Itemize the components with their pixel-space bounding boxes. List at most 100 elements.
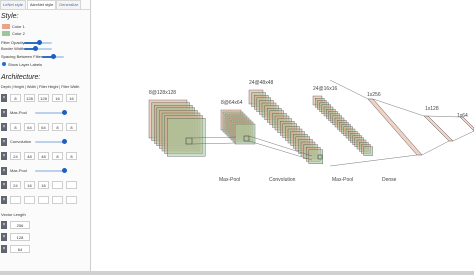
layer-dimension-input[interactable] (66, 181, 77, 189)
layer-dimension-input[interactable] (38, 195, 49, 204)
layer-dimension-input[interactable]: 64 (38, 123, 49, 131)
vector-length-heading: Vector Length (1, 212, 26, 217)
op-label: Max-Pool (10, 167, 27, 173)
architecture-op-row: × Max-Pool (1, 166, 89, 175)
network-diagram: 8@128x128 8@64x64 24@48x48 24@16x16 1x256 1x1… (148, 79, 474, 183)
connection-line (329, 154, 418, 167)
delete-layer-button[interactable]: × (1, 195, 7, 204)
architecture-column-header: Depth | Height | Width | Filter Height |… (1, 85, 80, 89)
show-labels-checkbox[interactable] (2, 62, 6, 66)
delete-layer-button[interactable]: × (1, 233, 7, 241)
window-bottom-edge (0, 271, 474, 275)
tab-alexnet[interactable]: AlexNet style (27, 0, 57, 9)
op-size-slider[interactable] (35, 109, 67, 115)
layer-dimension-input[interactable]: 8 (66, 123, 77, 131)
layer-dimension-input[interactable] (24, 195, 35, 204)
layer-dimension-input[interactable]: 16 (66, 94, 77, 102)
architecture-op-row: × Convolution (1, 137, 89, 146)
tab-generalize[interactable]: Generalize (56, 0, 82, 9)
vector-length-input[interactable]: 64 (10, 245, 30, 253)
layer-dimension-input[interactable]: 8 (10, 123, 21, 131)
layer-dimension-input[interactable] (66, 195, 77, 204)
layer-dimension-input[interactable]: 8 (52, 152, 63, 160)
tab-lenet[interactable]: LeNet style (0, 0, 27, 9)
feature-map-24x16 (363, 146, 373, 156)
layer-dimension-input[interactable]: 8 (52, 123, 63, 131)
layer-label: 1x64 (457, 113, 468, 119)
architecture-heading: Architecture: (1, 74, 41, 81)
layer-dimension-input[interactable]: 24 (10, 181, 21, 189)
style-tabs: LeNet style AlexNet style Generalize (0, 0, 90, 10)
layer-label: 24@48x48 (249, 80, 273, 86)
spacing-slider[interactable] (42, 54, 64, 59)
vector-length-input[interactable]: 256 (10, 221, 30, 229)
vector-length-input[interactable]: 128 (10, 233, 30, 241)
layer-dimension-input[interactable]: 128 (38, 94, 49, 102)
layer-label: 24@16x16 (313, 86, 337, 92)
spacing-handle[interactable] (50, 54, 56, 59)
layer-dimension-input[interactable] (10, 195, 21, 204)
delete-layer-button[interactable]: × (1, 108, 7, 117)
connection-line (452, 130, 474, 142)
layer-dimension-input[interactable]: 16 (52, 94, 63, 102)
sidebar-panel: LeNet style AlexNet style Generalize Sty… (0, 0, 91, 271)
connection-line (421, 140, 450, 156)
delete-layer-button[interactable]: × (1, 221, 7, 229)
color1-swatch[interactable] (2, 24, 10, 29)
filter-opacity-label: Filter Opacity (1, 40, 25, 45)
architecture-op-row: × Max-Pool (1, 108, 89, 117)
layer-label: 8@64x64 (221, 100, 243, 106)
delete-layer-button[interactable]: × (1, 181, 7, 189)
border-width-label: Border Width (1, 46, 25, 51)
layer-dimension-input[interactable]: 64 (24, 123, 35, 131)
layer-dimension-input[interactable] (52, 181, 63, 189)
operation-label: Convolution (269, 177, 296, 183)
filter-opacity-slider[interactable] (24, 40, 52, 45)
style-heading: Style: (1, 13, 19, 20)
color2-label: Color 2 (12, 31, 25, 36)
delete-layer-button[interactable]: × (1, 123, 7, 131)
layer-dimension-input[interactable]: 128 (24, 94, 35, 102)
architecture-layer-row: × 8 64 64 8 8 (1, 123, 89, 131)
show-labels-label: Show Layer Labels (8, 62, 43, 67)
border-width-handle[interactable] (32, 46, 38, 51)
op-label: Convolution (10, 138, 32, 144)
layer-label: 8@128x128 (149, 90, 176, 96)
op-size-handle[interactable] (62, 109, 67, 115)
layer-dimension-input[interactable]: 8 (10, 94, 21, 102)
layer-dimension-input[interactable]: 16 (24, 181, 35, 189)
delete-layer-button[interactable]: × (1, 166, 7, 175)
color2-swatch[interactable] (2, 31, 10, 36)
feature-map-24x48 (308, 149, 324, 165)
delete-layer-button[interactable]: × (1, 94, 7, 102)
layer-label: 1x256 (367, 92, 381, 98)
vector-layer-row: × 256 (1, 221, 41, 229)
layer-dimension-input[interactable]: 8 (66, 152, 77, 160)
delete-layer-button[interactable]: × (1, 245, 7, 253)
operation-label: Max-Pool (332, 177, 353, 183)
dense-vector-256 (367, 98, 423, 156)
layer-dimension-input[interactable]: 48 (38, 152, 49, 160)
filter-opacity-handle[interactable] (36, 40, 42, 45)
architecture-layer-row: × (1, 195, 89, 204)
operation-label: Max-Pool (219, 177, 240, 183)
dense-vector-128 (423, 115, 454, 142)
vector-layer-row: × 128 (1, 233, 41, 241)
op-size-handle[interactable] (62, 138, 67, 144)
op-size-handle[interactable] (62, 167, 67, 173)
op-size-slider[interactable] (35, 138, 67, 144)
delete-layer-button[interactable]: × (1, 152, 7, 160)
connection-line (427, 115, 461, 118)
border-width-slider[interactable] (24, 46, 52, 51)
dense-vector-64 (459, 116, 474, 132)
layer-dimension-input[interactable] (52, 195, 63, 204)
layer-dimension-input[interactable]: 16 (38, 181, 49, 189)
color1-label: Color 1 (12, 24, 25, 29)
architecture-layer-row: × 24 16 16 (1, 181, 89, 189)
delete-layer-button[interactable]: × (1, 137, 7, 146)
layer-dimension-input[interactable]: 48 (24, 152, 35, 160)
vector-layer-row: × 64 (1, 245, 41, 253)
layer-dimension-input[interactable]: 24 (10, 152, 21, 160)
spacing-label: Spacing Between Filters (1, 54, 45, 59)
op-size-slider[interactable] (35, 167, 67, 173)
